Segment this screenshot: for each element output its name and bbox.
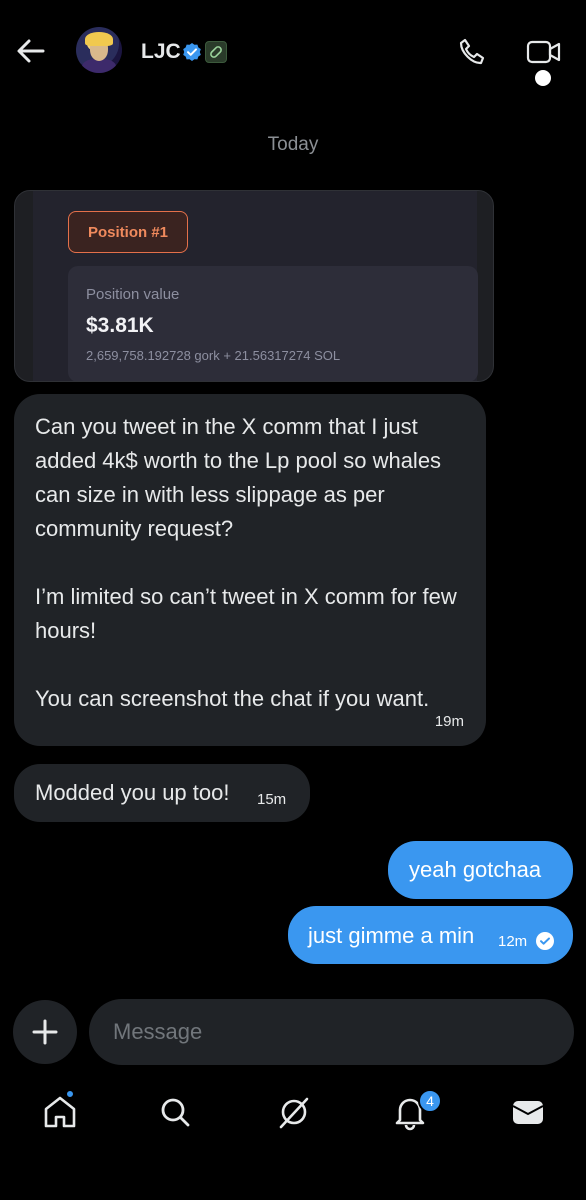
- bottom-nav: [0, 1080, 586, 1160]
- chat-header: LJC: [0, 0, 586, 100]
- position-pill: Position #1: [68, 211, 188, 253]
- home-icon[interactable]: [40, 1092, 80, 1132]
- add-attachment-button[interactable]: [13, 1000, 77, 1064]
- position-card[interactable]: Position #1 Position value $3.81K 2,659,…: [14, 190, 494, 382]
- message-text: Can you tweet in the X comm that I just …: [35, 414, 457, 711]
- notification-count-badge: 4: [418, 1089, 442, 1113]
- message-time: 12m: [498, 933, 528, 950]
- outgoing-message[interactable]: yeah gotchaa: [388, 841, 573, 899]
- read-check-icon: [536, 932, 554, 950]
- arrow-left-icon[interactable]: [14, 34, 48, 68]
- message-input[interactable]: [89, 999, 574, 1065]
- grok-icon[interactable]: [274, 1092, 314, 1132]
- home-unread-dot: [65, 1089, 75, 1099]
- avatar[interactable]: [76, 27, 122, 73]
- outgoing-message[interactable]: just gimme a min 12m: [288, 906, 573, 964]
- position-value-detail: 2,659,758.192728 gork + 21.56317274 SOL: [86, 348, 341, 363]
- search-icon[interactable]: [155, 1092, 195, 1132]
- message-text: Modded you up too!: [35, 780, 230, 805]
- message-text: yeah gotchaa: [409, 857, 542, 882]
- video-camera-icon[interactable]: [526, 38, 562, 66]
- incoming-message[interactable]: Can you tweet in the X comm that I just …: [14, 394, 486, 746]
- message-time: 15m: [257, 791, 287, 808]
- link-pill-icon: [205, 41, 227, 63]
- message-text: just gimme a min: [308, 923, 475, 948]
- verified-badge-icon: [183, 43, 201, 61]
- mail-icon[interactable]: [508, 1092, 548, 1132]
- position-value-box: Position value $3.81K 2,659,758.192728 g…: [68, 266, 478, 381]
- contact-name[interactable]: LJC: [141, 40, 181, 64]
- date-separator: Today: [267, 134, 319, 155]
- plus-icon: [32, 1019, 58, 1045]
- incoming-message[interactable]: Modded you up too! 15m: [14, 764, 310, 822]
- position-value-amount: $3.81K: [86, 314, 154, 337]
- read-check-icon: [535, 70, 551, 86]
- position-value-label: Position value: [86, 286, 180, 303]
- phone-icon[interactable]: [456, 36, 488, 68]
- message-time: 19m: [434, 713, 464, 730]
